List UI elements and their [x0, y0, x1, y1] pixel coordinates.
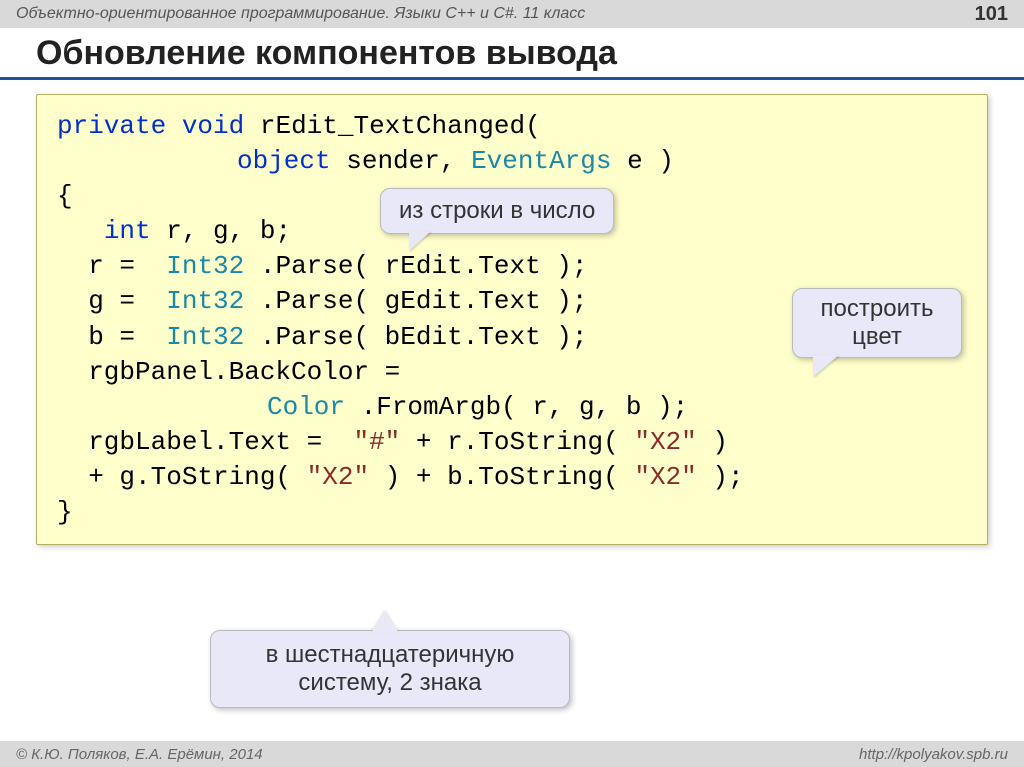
code-line: object sender, EventArgs e ): [57, 144, 967, 179]
page-number: 101: [975, 3, 1008, 26]
code-text: .Parse( gEdit.Text );: [260, 286, 588, 316]
code-text: r, g, b;: [166, 216, 291, 246]
code-line: private void rEdit_TextChanged(: [57, 109, 967, 144]
code-text: .Parse( rEdit.Text );: [260, 251, 588, 281]
string: "X2": [634, 427, 696, 457]
type: EventArgs: [471, 146, 611, 176]
code-text: rgbLabel.Text =: [57, 427, 338, 457]
type: Int32: [166, 322, 244, 352]
code-text: + r.ToString(: [416, 427, 619, 457]
code-text: rEdit_TextChanged(: [260, 111, 541, 141]
callout-color: построить цвет: [792, 288, 962, 358]
type: Int32: [166, 286, 244, 316]
slide-title: Обновление компонентов вывода: [0, 28, 1024, 80]
course-title: Объектно-ориентированное программировани…: [16, 5, 585, 23]
code-text: + g.ToString(: [57, 462, 291, 492]
footer-credits: © К.Ю. Поляков, Е.А. Ерёмин, 2014: [16, 746, 263, 763]
code-line: rgbLabel.Text = "#" + r.ToString( "X2" ): [57, 425, 967, 460]
header-bar: Объектно-ориентированное программировани…: [0, 0, 1024, 28]
callout-text: построить цвет: [821, 295, 934, 350]
callout-tail-icon: [371, 611, 399, 633]
code-text: g =: [57, 286, 151, 316]
string: "#": [353, 427, 400, 457]
string: "X2": [307, 462, 369, 492]
callout-hex: в шестнадцатеричную систему, 2 знака: [210, 630, 570, 708]
code-text: r =: [57, 251, 151, 281]
keyword: object: [237, 146, 331, 176]
callout-tail-icon: [813, 355, 839, 377]
code-text: ) + b.ToString(: [385, 462, 619, 492]
code-text: .FromArgb( r, g, b );: [361, 392, 689, 422]
code-line: }: [57, 495, 967, 530]
callout-tail-icon: [409, 231, 431, 251]
type: Color: [267, 392, 345, 422]
code-text: ): [712, 427, 728, 457]
code-line: r = Int32 .Parse( rEdit.Text );: [57, 249, 967, 284]
code-line: + g.ToString( "X2" ) + b.ToString( "X2" …: [57, 460, 967, 495]
code-text: e ): [627, 146, 674, 176]
string: "X2": [634, 462, 696, 492]
footer-url: http://kpolyakov.spb.ru: [859, 746, 1008, 763]
callout-parse: из строки в число: [380, 188, 614, 234]
code-text: b =: [57, 322, 151, 352]
code-text: .Parse( bEdit.Text );: [260, 322, 588, 352]
code-text: );: [712, 462, 743, 492]
type: Int32: [166, 251, 244, 281]
keyword: private: [57, 111, 166, 141]
keyword: int: [104, 216, 151, 246]
keyword: void: [182, 111, 244, 141]
footer-bar: © К.Ю. Поляков, Е.А. Ерёмин, 2014 http:/…: [0, 741, 1024, 767]
callout-text: в шестнадцатеричную систему, 2 знака: [266, 641, 515, 696]
callout-text: из строки в число: [399, 197, 595, 224]
code-line: Color .FromArgb( r, g, b );: [57, 390, 967, 425]
code-text: sender,: [346, 146, 471, 176]
